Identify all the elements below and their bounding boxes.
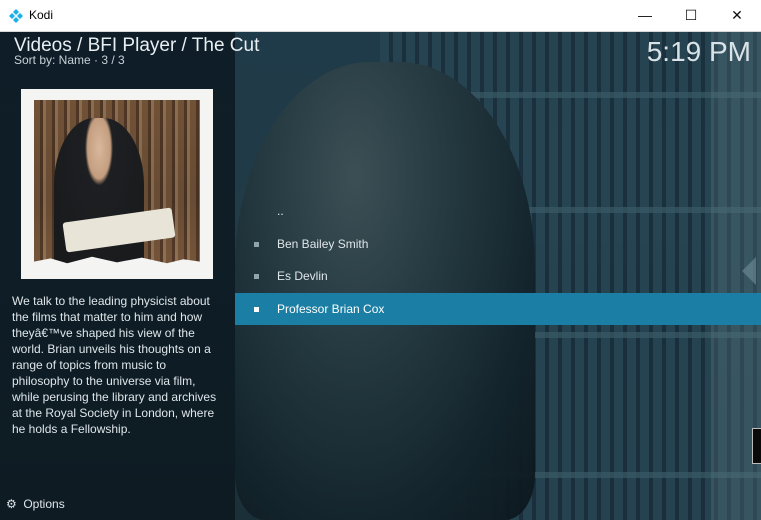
thumbnail-arrow-icon <box>202 174 211 190</box>
list-item-label: Ben Bailey Smith <box>277 236 369 251</box>
list-item[interactable]: Ben Bailey Smith <box>235 228 761 261</box>
close-button[interactable]: ✕ <box>714 0 760 31</box>
list-item-parent[interactable]: .. <box>235 195 761 228</box>
list-item-selected[interactable]: Professor Brian Cox <box>235 292 761 325</box>
chevron-left-icon[interactable] <box>742 257 756 285</box>
bullet-icon <box>254 241 259 247</box>
scroll-handle[interactable] <box>752 428 761 464</box>
list-item-label: .. <box>277 204 284 218</box>
list-item[interactable]: Es Devlin <box>235 260 761 293</box>
plot-description: We talk to the leading physicist about t… <box>12 294 217 436</box>
minimize-button[interactable]: — <box>622 0 668 31</box>
bullet-icon <box>254 306 259 312</box>
window-title: Kodi <box>29 8 54 22</box>
kodi-logo-icon <box>9 9 23 23</box>
maximize-button[interactable]: ☐ <box>668 0 714 31</box>
list-item-label: Es Devlin <box>277 269 328 283</box>
options-button[interactable]: ⚙ Options <box>6 497 65 511</box>
bullet-icon <box>254 274 259 279</box>
list-item-label: Professor Brian Cox <box>277 301 385 316</box>
episode-thumbnail <box>21 89 213 279</box>
gear-icon: ⚙ <box>6 497 17 511</box>
thumbnail-image <box>34 100 200 268</box>
window-titlebar: Kodi — ☐ ✕ <box>0 0 761 32</box>
options-label: Options <box>23 497 65 511</box>
clock: 5:19 PM <box>646 36 751 67</box>
sort-info: Sort by: Name · 3 / 3 <box>14 53 125 67</box>
file-list: .. Ben Bailey Smith Es Devlin Professor … <box>235 195 761 325</box>
